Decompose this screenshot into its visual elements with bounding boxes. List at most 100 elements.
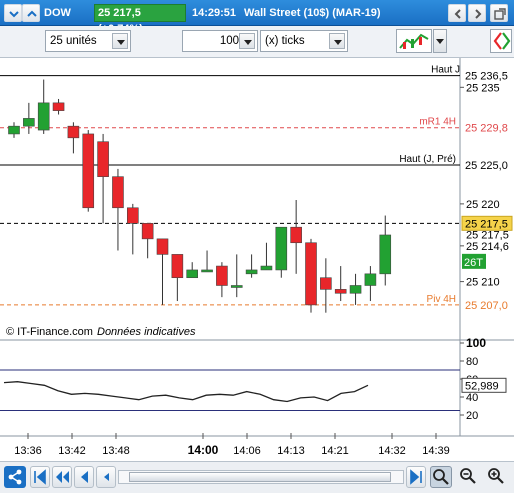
time-tick-label: 14:21 <box>321 445 349 457</box>
scroll-forward-button[interactable] <box>406 466 426 488</box>
candle-body <box>127 207 139 224</box>
scroll-back-button[interactable] <box>74 466 94 488</box>
candle-body <box>171 254 184 279</box>
scrollbar-thumb[interactable] <box>129 472 391 482</box>
chart-type-icon <box>399 33 429 49</box>
price-tick-label: 25 210 <box>466 277 500 289</box>
time-tick-label: 13:36 <box>14 445 42 457</box>
level-label-mr1: mR1 4H <box>419 117 456 128</box>
rewind-icon <box>56 471 69 483</box>
share-icon <box>8 469 22 485</box>
level-price-piv: 25 207,0 <box>465 300 508 312</box>
chart-toolbar: 25 unités 100 (x) ticks <box>0 26 514 58</box>
level-price-haut_j: 25 236,5 <box>465 71 508 83</box>
detach-icon <box>494 8 506 20</box>
candle-body <box>37 102 50 131</box>
zoom-fit-icon <box>433 469 449 485</box>
price-change-badge: 25 217,5 (+0,74%) <box>94 4 186 35</box>
time-tick-label: 13:42 <box>58 445 86 457</box>
oscillator-tick-label: 80 <box>466 356 478 368</box>
level-label-haut_j: Haut J <box>431 65 460 76</box>
candle-body <box>97 141 109 177</box>
level-price-haut_j_pre: 25 225,0 <box>465 160 508 172</box>
units-select-value: 25 unités <box>50 35 97 47</box>
last-page-icon <box>410 469 422 485</box>
chevron-right-icon <box>475 9 482 19</box>
candle-body <box>260 265 273 271</box>
data-note-watermark: Données indicatives <box>97 326 196 338</box>
candle-body <box>349 285 362 294</box>
time-tick-label: 14:39 <box>422 445 450 457</box>
chevron-down-icon <box>9 11 19 18</box>
units-select[interactable]: 25 unités <box>45 30 131 52</box>
zoom-in-icon <box>488 468 504 484</box>
candle-body <box>52 102 65 111</box>
zoom-out-button[interactable] <box>458 466 480 488</box>
caret-left-icon <box>104 473 109 481</box>
candle-body <box>112 176 124 209</box>
candle-body <box>364 273 377 286</box>
zoom-out-icon <box>460 468 476 484</box>
ticks-unit-select[interactable]: (x) ticks <box>260 30 348 52</box>
chevron-down-icon[interactable] <box>329 33 345 49</box>
chart-type-button[interactable] <box>396 29 432 53</box>
chevron-up-icon <box>27 10 37 17</box>
candle-body <box>156 238 169 255</box>
scroll-left-button[interactable] <box>448 4 466 22</box>
chart-footer <box>0 461 514 493</box>
oscillator-tick-label: 52,989 <box>465 380 499 392</box>
zoom-auto-button[interactable] <box>430 466 452 488</box>
detach-window-button[interactable] <box>490 4 508 22</box>
price-tick-label: 25 235 <box>466 82 500 94</box>
price-tick-label: 25 220 <box>466 199 500 211</box>
title-bar: DOW 25 217,5 (+0,74%) 14:29:51 Wall Stre… <box>0 0 514 35</box>
chevron-left-icon <box>454 9 461 19</box>
candle-body <box>379 234 392 275</box>
time-tick-label: 14:00 <box>188 443 219 457</box>
scroll-first-button[interactable] <box>30 466 50 488</box>
price-tick-label: 25 214,6 <box>466 241 509 253</box>
count-badge-text: 26T <box>464 257 483 269</box>
candle-body <box>186 269 198 279</box>
chevron-down-icon <box>436 39 444 44</box>
collapse-button[interactable] <box>22 4 40 22</box>
product-name: Wall Street (10$) (MAR-19) <box>244 7 381 19</box>
candle-body <box>67 125 80 139</box>
zoom-in-button[interactable] <box>486 466 508 488</box>
oscillator-tick-label: 20 <box>466 410 478 422</box>
level-price-mr1: 25 229,8 <box>465 123 508 135</box>
last-price-text: 25 217,5 <box>465 218 508 230</box>
candle-body <box>275 226 288 271</box>
level-label-piv: Piv 4H <box>427 294 456 305</box>
expand-toggle-button[interactable] <box>4 4 22 22</box>
brand-watermark: © IT-Finance.com <box>6 326 93 338</box>
oscillator-tick-label: 100 <box>466 336 486 350</box>
candle-body <box>305 242 317 306</box>
timeline-scrollbar[interactable] <box>118 470 404 484</box>
candle-body <box>216 265 228 286</box>
share-button[interactable] <box>4 466 26 488</box>
candle-body <box>23 118 35 127</box>
oscillator-tick-label: 40 <box>466 392 478 404</box>
price-tick-label: 25 217,5 <box>466 229 509 241</box>
tools-icon <box>493 32 511 50</box>
scroll-fast-back-button[interactable] <box>52 466 72 488</box>
chevron-down-icon[interactable] <box>112 33 128 49</box>
candle-body <box>82 133 95 209</box>
scroll-back-one-button[interactable] <box>96 466 116 488</box>
time-tick-label: 14:13 <box>277 445 305 457</box>
chart-tools-button[interactable] <box>490 29 512 53</box>
ticks-count-input[interactable]: 100 <box>182 30 258 52</box>
price-chart[interactable]: Haut J 25 236,5 mR1 4H 25 229,8 Haut (J, Pré… <box>0 58 514 461</box>
ticks-unit-value: (x) ticks <box>265 35 305 47</box>
candle-body <box>201 269 213 273</box>
scroll-right-button[interactable] <box>468 4 486 22</box>
candle-body <box>230 285 243 288</box>
instrument-name[interactable]: DOW <box>44 4 71 22</box>
candle-body <box>245 269 258 275</box>
chevron-down-icon[interactable] <box>239 33 255 49</box>
time-tick-label: 13:48 <box>102 445 130 457</box>
ticks-count-value: 100 <box>219 35 239 47</box>
chart-type-dropdown[interactable] <box>433 29 447 53</box>
time-tick-label: 14:06 <box>233 445 261 457</box>
